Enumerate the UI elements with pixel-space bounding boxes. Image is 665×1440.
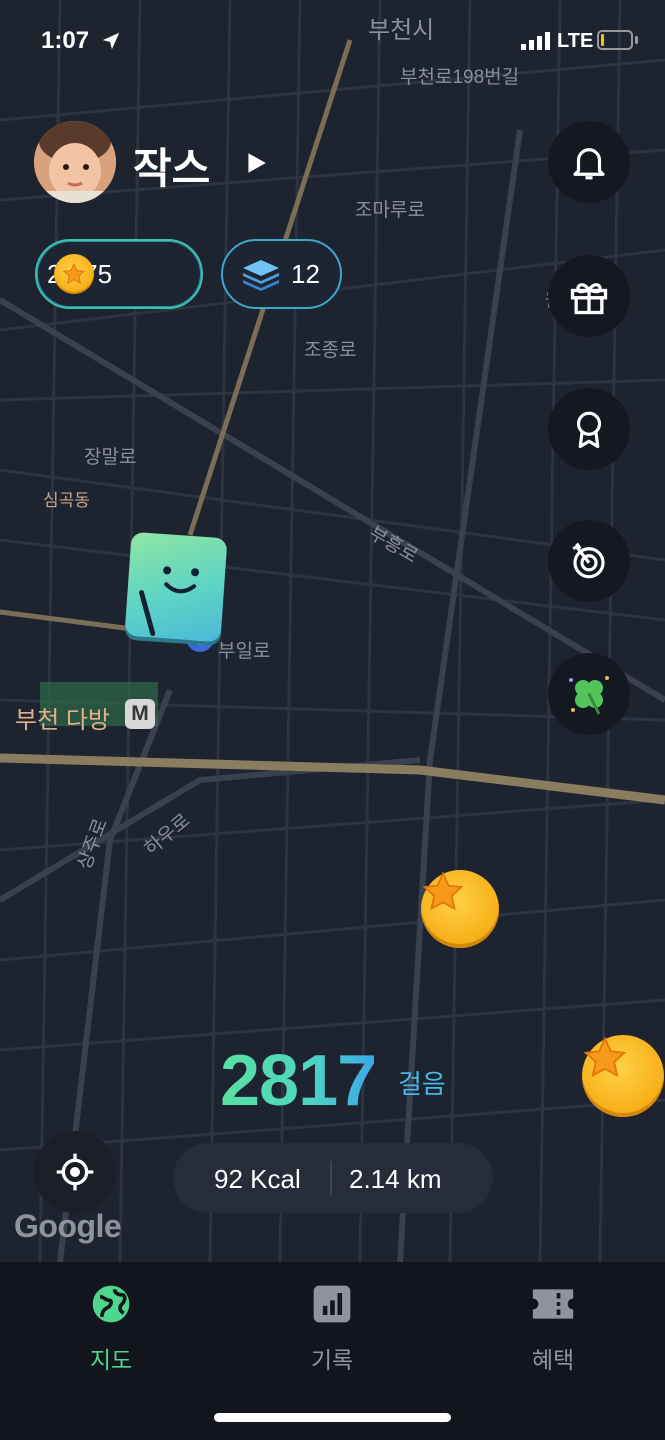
stats-divider [330,1161,332,1195]
location-arrow-icon [102,32,120,50]
activity-stats: 92 Kcal 2.14 km [173,1143,493,1213]
globe-icon [92,1285,130,1323]
tab-records[interactable]: 기록 [257,1282,407,1375]
google-logo: Google [14,1208,122,1244]
walker-character[interactable] [124,531,228,643]
coin-icon [54,254,94,294]
status-time: 1:07 [41,27,90,54]
character-face-icon [139,566,200,636]
target-icon [572,542,605,579]
crosshair-icon [56,1153,94,1191]
map-label-road: 장말로 [84,447,137,468]
bell-icon [573,148,605,180]
tab-label: 혜택 [531,1347,575,1373]
metro-icon: M [125,699,155,729]
map-coin[interactable] [582,1035,664,1117]
tab-map[interactable]: 지도 [36,1282,186,1375]
battery-icon [597,30,633,50]
layers-balance-button[interactable]: 12 [221,239,342,309]
challenge-button[interactable] [548,520,630,602]
map-label-road: 조마루로 [355,200,425,221]
battery-cap [635,36,638,44]
star-icon [422,871,464,911]
notifications-button[interactable] [548,121,630,203]
clover-icon [569,676,609,715]
map-label-station[interactable]: 부천 다방 [15,700,110,735]
star-icon [583,1036,627,1078]
distance-value: 2.14 km [349,1164,442,1194]
tab-benefits[interactable]: 혜택 [478,1282,628,1375]
lucky-clover-button[interactable] [548,653,630,735]
calories-value: 92 Kcal [214,1164,301,1194]
map-label-road: 부일로 [218,641,271,662]
layers-count: 12 [291,258,320,289]
map-coin[interactable] [421,870,499,948]
avatar-photo [34,121,116,203]
step-count: 2817 [220,1041,377,1121]
coin-balance-button[interactable]: 2,375 [35,239,203,309]
layers-icon [243,260,279,291]
username[interactable]: 작스 [133,135,210,196]
tab-label: 지도 [89,1347,133,1373]
signal-icon [521,32,550,50]
tab-label: 기록 [310,1347,354,1373]
gift-icon [570,283,608,315]
gift-button[interactable] [548,255,630,337]
home-indicator[interactable] [214,1413,451,1422]
ticket-icon [532,1289,574,1319]
my-location-button[interactable] [34,1131,116,1213]
star-icon [62,262,86,285]
status-bar: 1:07 LTE [0,0,665,80]
achievements-button[interactable] [548,388,630,470]
avatar[interactable] [34,121,116,203]
map-label-road: 조종로 [304,340,357,361]
network-type: LTE [557,30,594,52]
step-unit: 걸음 [398,1069,446,1099]
chart-icon [313,1285,351,1323]
award-icon [576,411,602,449]
map-label-district: 심곡동 [43,491,90,510]
play-icon[interactable] [243,150,269,176]
